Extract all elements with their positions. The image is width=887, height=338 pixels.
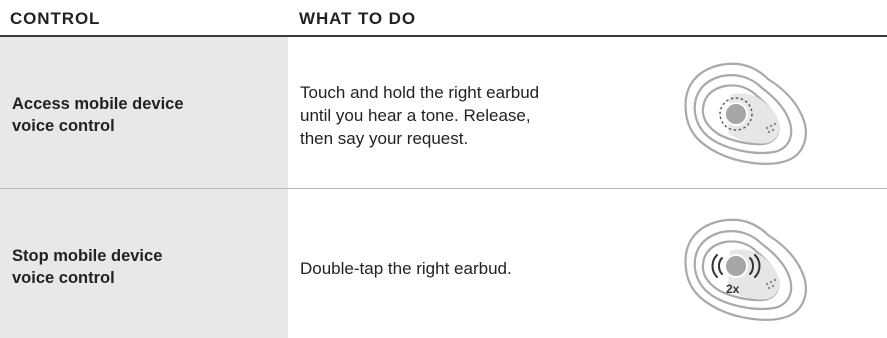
control-cell: Stop mobile device voice control xyxy=(0,189,288,338)
instruction-line: Touch and hold the right earbud xyxy=(300,83,540,102)
control-name-line: voice control xyxy=(12,269,115,287)
control-name: Access mobile device voice control xyxy=(12,93,184,137)
column-header-what-to-do: WHAT TO DO xyxy=(299,9,416,28)
earbud-touch-hold-icon xyxy=(668,55,818,178)
table-row: Stop mobile device voice control Double-… xyxy=(0,189,887,338)
controls-table: CONTROL WHAT TO DO Access mobile device … xyxy=(0,0,887,338)
table-row: Access mobile device voice control Touch… xyxy=(0,37,887,188)
control-name-line: Stop mobile device xyxy=(12,247,163,265)
instruction-line: Double-tap the right earbud. xyxy=(300,259,512,278)
instruction-text: Touch and hold the right earbud until yo… xyxy=(300,81,600,150)
instruction-text: Double-tap the right earbud. xyxy=(300,257,600,280)
column-header-control: CONTROL xyxy=(10,9,101,28)
control-name-line: voice control xyxy=(12,117,115,135)
control-name: Stop mobile device voice control xyxy=(12,245,162,289)
control-cell: Access mobile device voice control xyxy=(0,37,288,188)
control-name-line: Access mobile device xyxy=(12,95,184,113)
instruction-line: then say your request. xyxy=(300,129,469,148)
instruction-line: until you hear a tone. Release, xyxy=(300,106,531,125)
double-tap-label: 2x xyxy=(726,282,740,296)
earbud-double-tap-icon: 2x xyxy=(668,211,818,334)
